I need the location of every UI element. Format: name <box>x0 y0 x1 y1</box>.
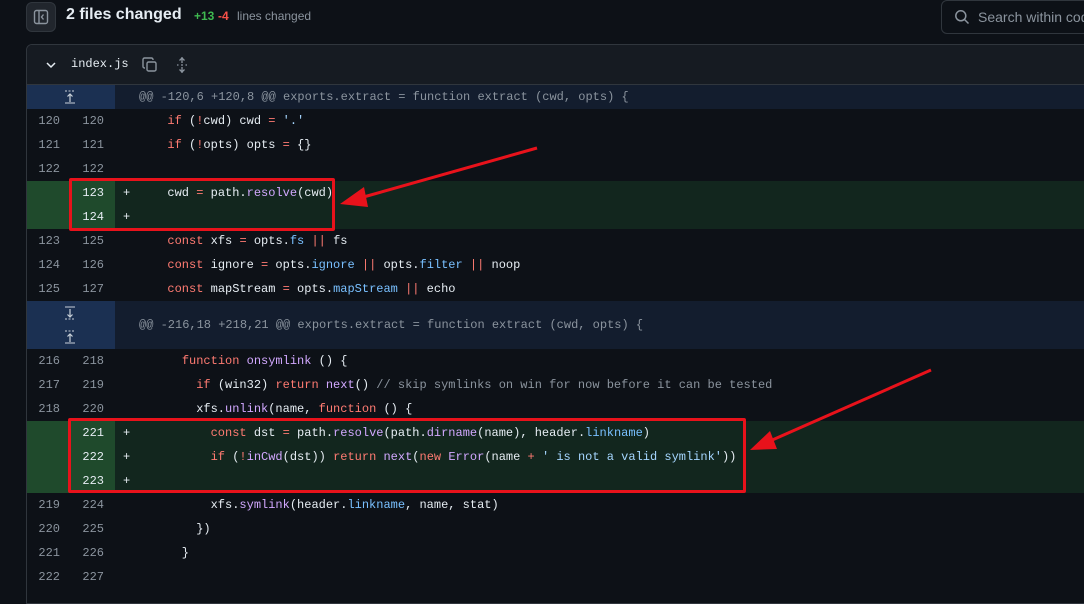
file-header: index.js <box>27 45 1084 85</box>
line-code: const mapStream = opts.mapStream || echo <box>167 282 456 296</box>
files-changed-count: 2 files changed <box>66 6 182 23</box>
diff-line: 123 125 const xfs = opts.fs || fs <box>27 229 1084 253</box>
toggle-file-tree-button[interactable] <box>26 2 56 32</box>
old-line-number[interactable]: 220 <box>27 517 60 541</box>
new-line-number[interactable]: 120 <box>71 109 104 133</box>
line-code: const xfs = opts.fs || fs <box>167 234 348 248</box>
diff-line: 219 224 xfs.symlink(header.linkname, nam… <box>27 493 1084 517</box>
old-line-number[interactable]: 120 <box>27 109 60 133</box>
hunk-header-text: @@ -120,6 +120,8 @@ exports.extract = fu… <box>139 90 629 104</box>
new-line-number[interactable]: 121 <box>71 133 104 157</box>
additions-count: +13 <box>194 9 215 23</box>
old-line-number[interactable]: 122 <box>27 157 60 181</box>
diff-body: @@ -120,6 +120,8 @@ exports.extract = fu… <box>27 85 1084 589</box>
old-line-number[interactable]: 123 <box>27 229 60 253</box>
line-code: if (!opts) opts = {} <box>167 138 312 152</box>
old-line-number[interactable]: 124 <box>27 253 60 277</box>
line-code: const ignore = opts.ignore || opts.filte… <box>167 258 521 272</box>
diff-line: 220 225 }) <box>27 517 1084 541</box>
old-line-number[interactable]: 125 <box>27 277 60 301</box>
expand-down-icon[interactable] <box>63 306 77 320</box>
diff-line: 222 227 <box>27 565 1084 589</box>
search-placeholder: Search within code <box>978 9 1084 25</box>
hunk-header: @@ -120,6 +120,8 @@ exports.extract = fu… <box>27 85 1084 109</box>
new-line-number[interactable]: 225 <box>71 517 104 541</box>
diff-line: 216 218 function onsymlink () { <box>27 349 1084 373</box>
old-line-number[interactable]: 222 <box>27 565 60 589</box>
diff-line: 124 126 const ignore = opts.ignore || op… <box>27 253 1084 277</box>
expand-up-icon[interactable] <box>63 330 77 344</box>
search-within-code-input[interactable]: Search within code <box>941 0 1084 34</box>
file-name[interactable]: index.js <box>71 57 129 71</box>
old-line-number[interactable] <box>27 445 60 469</box>
old-line-number[interactable]: 121 <box>27 133 60 157</box>
diff-line: 121 121 if (!opts) opts = {} <box>27 133 1084 157</box>
sidebar-icon <box>33 9 49 25</box>
line-code: }) <box>153 522 211 536</box>
copy-icon[interactable] <box>141 56 159 79</box>
new-line-number[interactable]: 227 <box>71 565 104 589</box>
line-code: } <box>153 546 190 560</box>
diff-line: 217 219 if (win32) return next() // skip… <box>27 373 1084 397</box>
hunk-header: @@ -216,18 +218,21 @@ exports.extract = … <box>27 301 1084 349</box>
new-line-number[interactable]: 224 <box>71 493 104 517</box>
diff-line: 120 120 if (!cwd) cwd = '.' <box>27 109 1084 133</box>
line-code: if (!cwd) cwd = '.' <box>167 114 305 128</box>
old-line-number[interactable] <box>27 469 60 493</box>
expand-up-icon[interactable] <box>63 90 77 104</box>
diff-line: 221 226 } <box>27 541 1084 565</box>
old-line-number[interactable]: 216 <box>27 349 60 373</box>
diff-toolbar: 2 files changed +13 -4 lines changed Sea… <box>0 0 1084 36</box>
new-line-number[interactable]: 218 <box>71 349 104 373</box>
new-line-number[interactable]: 126 <box>71 253 104 277</box>
new-line-number[interactable]: 127 <box>71 277 104 301</box>
new-line-number[interactable]: 125 <box>71 229 104 253</box>
old-line-number[interactable] <box>27 421 60 445</box>
deletions-count: -4 <box>218 9 229 23</box>
expand-all-icon[interactable] <box>173 56 191 79</box>
new-line-number[interactable]: 226 <box>71 541 104 565</box>
old-line-number[interactable]: 217 <box>27 373 60 397</box>
old-line-number[interactable] <box>27 205 60 229</box>
line-code: xfs.symlink(header.linkname, name, stat) <box>153 498 499 512</box>
search-icon <box>954 9 970 30</box>
line-code: if (win32) return next() // skip symlink… <box>196 378 773 392</box>
hunk-header-text: @@ -216,18 +218,21 @@ exports.extract = … <box>139 318 644 332</box>
lines-changed-label: lines changed <box>237 9 312 23</box>
old-line-number[interactable]: 218 <box>27 397 60 421</box>
annotation-box <box>68 418 746 493</box>
line-code: function onsymlink () { <box>181 354 348 368</box>
file-diff: index.js @@ -120,6 +120,8 @@ exports.ext… <box>26 44 1084 604</box>
old-line-number[interactable]: 221 <box>27 541 60 565</box>
annotation-box <box>69 178 335 231</box>
old-line-number[interactable]: 219 <box>27 493 60 517</box>
hunk-expander[interactable] <box>27 301 115 349</box>
new-line-number[interactable]: 219 <box>71 373 104 397</box>
diff-line: 125 127 const mapStream = opts.mapStream… <box>27 277 1084 301</box>
old-line-number[interactable] <box>27 181 60 205</box>
hunk-expander[interactable] <box>27 85 115 109</box>
chevron-down-icon[interactable] <box>43 57 59 78</box>
